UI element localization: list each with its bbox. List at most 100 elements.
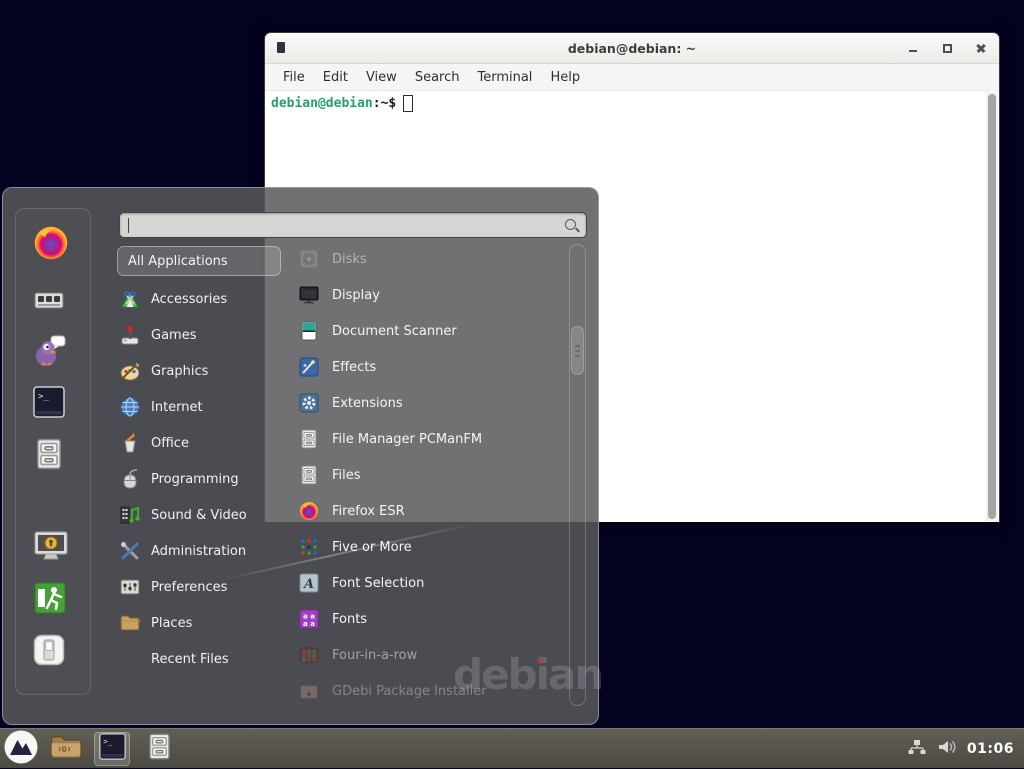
category-office[interactable]: Office — [111, 425, 287, 461]
app-item-five-or-more[interactable]: Five or More — [287, 529, 565, 565]
terminal-prompt: debian@debian:~$ — [271, 95, 993, 112]
menu-button[interactable] — [2, 730, 40, 768]
system-tray — [908, 739, 957, 759]
app-item-disks[interactable]: Disks — [287, 241, 565, 277]
favorite-shut-down[interactable] — [33, 634, 65, 670]
app-item-font-selection[interactable]: A Font Selection — [287, 565, 565, 601]
menu-terminal[interactable]: Terminal — [468, 70, 541, 85]
network-icon[interactable] — [908, 739, 926, 759]
category-administration[interactable]: Administration — [111, 533, 287, 569]
menu-editor-icon — [33, 301, 65, 320]
pidgin-icon — [33, 353, 67, 372]
games-icon — [119, 324, 141, 346]
category-label: Recent Files — [151, 652, 229, 667]
category-accessories[interactable]: Accessories — [111, 281, 287, 317]
taskbar-files-button[interactable] — [142, 732, 176, 766]
terminal-cursor — [403, 95, 413, 112]
app-search-box[interactable] — [119, 212, 587, 238]
category-label: Places — [151, 616, 192, 631]
close-icon[interactable] — [975, 42, 987, 54]
category-list: All Applications Accessories Games Graph… — [111, 246, 287, 677]
font-selection-icon: A — [299, 573, 319, 593]
terminal-scrollbar-thumb[interactable] — [988, 94, 996, 519]
menu-help[interactable]: Help — [541, 70, 589, 85]
app-item-file-manager-pcmanfm[interactable]: File Manager PCManFM — [287, 421, 565, 457]
favorite-firefox[interactable] — [33, 225, 69, 265]
app-label: GDebi Package Installer — [332, 684, 487, 699]
accessories-icon — [119, 288, 141, 310]
category-label: Graphics — [151, 364, 208, 379]
effects-icon — [299, 357, 319, 377]
fonts-icon: a aa a — [299, 609, 319, 629]
files-icon — [299, 465, 319, 485]
category-label: Programming — [151, 472, 239, 487]
category-preferences[interactable]: Preferences — [111, 569, 287, 605]
extensions-icon — [299, 393, 319, 413]
application-menu: debian >_ All Applications Accessori — [2, 187, 599, 725]
category-sound-video[interactable]: Sound & Video — [111, 497, 287, 533]
menu-edit[interactable]: Edit — [314, 70, 357, 85]
search-caret — [128, 218, 129, 233]
menu-file[interactable]: File — [274, 70, 314, 85]
clock[interactable]: 01:06 — [967, 741, 1014, 757]
app-item-four-in-a-row[interactable]: Four-in-a-row — [287, 637, 565, 673]
four-in-a-row-icon — [299, 645, 319, 665]
app-label: Display — [332, 288, 380, 303]
favorite-file-manager[interactable] — [33, 438, 65, 474]
taskbar-terminal-button[interactable]: >_ — [94, 732, 130, 766]
app-label: Files — [332, 468, 361, 483]
svg-text:A: A — [302, 577, 314, 592]
favorite-terminal[interactable]: >_ — [33, 386, 65, 422]
category-label: Accessories — [151, 292, 227, 307]
svg-text:a a: a a — [303, 620, 315, 628]
app-item-display[interactable]: Display — [287, 277, 565, 313]
terminal-scrollbar-track[interactable] — [986, 92, 998, 521]
minimize-icon[interactable] — [907, 42, 919, 54]
app-item-document-scanner[interactable]: Document Scanner — [287, 313, 565, 349]
app-list-scrollbar-thumb[interactable] — [571, 326, 584, 375]
svg-text:>_: >_ — [38, 392, 49, 402]
programming-icon — [119, 468, 141, 490]
category-places[interactable]: Places — [111, 605, 287, 641]
favorite-lock-screen[interactable] — [33, 530, 69, 568]
terminal-window-icon — [277, 42, 285, 53]
taskbar-file-manager-button[interactable] — [48, 731, 84, 767]
recent-files-no-icon — [119, 648, 141, 670]
app-search-input[interactable] — [126, 215, 560, 237]
app-list-scrollbar-track[interactable] — [569, 244, 586, 706]
maximize-icon[interactable] — [941, 42, 953, 54]
volume-icon[interactable] — [937, 739, 957, 759]
terminal-titlebar[interactable]: debian@debian: ~ — [265, 33, 999, 64]
gdebi-icon — [299, 681, 319, 701]
graphics-icon — [119, 360, 141, 382]
app-item-files[interactable]: Files — [287, 457, 565, 493]
preferences-icon — [119, 576, 141, 598]
favorite-pidgin[interactable] — [33, 334, 67, 372]
favorite-log-out[interactable] — [33, 581, 67, 619]
category-all-applications[interactable]: All Applications — [117, 246, 281, 276]
five-or-more-icon — [299, 537, 319, 557]
log-out-icon — [33, 600, 67, 619]
favorite-menu-editor[interactable] — [33, 284, 65, 320]
app-label: Font Selection — [332, 576, 424, 591]
category-graphics[interactable]: Graphics — [111, 353, 287, 389]
category-recent-files[interactable]: Recent Files — [111, 641, 287, 677]
app-item-fonts[interactable]: a aa a Fonts — [287, 601, 565, 637]
taskbar: >_ 01:06 — [0, 728, 1024, 768]
category-label: Internet — [151, 400, 203, 415]
internet-icon — [119, 396, 141, 418]
menu-search[interactable]: Search — [406, 70, 469, 85]
prompt-suffix: :~$ — [373, 96, 396, 111]
category-games[interactable]: Games — [111, 317, 287, 353]
app-item-extensions[interactable]: Extensions — [287, 385, 565, 421]
sound-video-icon — [119, 504, 141, 526]
app-label: Five or More — [332, 540, 412, 555]
app-item-firefox-esr[interactable]: Firefox ESR — [287, 493, 565, 529]
app-item-effects[interactable]: Effects — [287, 349, 565, 385]
menu-view[interactable]: View — [357, 70, 406, 85]
places-icon — [119, 612, 141, 634]
app-item-gdebi-package-installer[interactable]: GDebi Package Installer — [287, 673, 565, 709]
category-label: Preferences — [151, 580, 227, 595]
category-programming[interactable]: Programming — [111, 461, 287, 497]
category-internet[interactable]: Internet — [111, 389, 287, 425]
